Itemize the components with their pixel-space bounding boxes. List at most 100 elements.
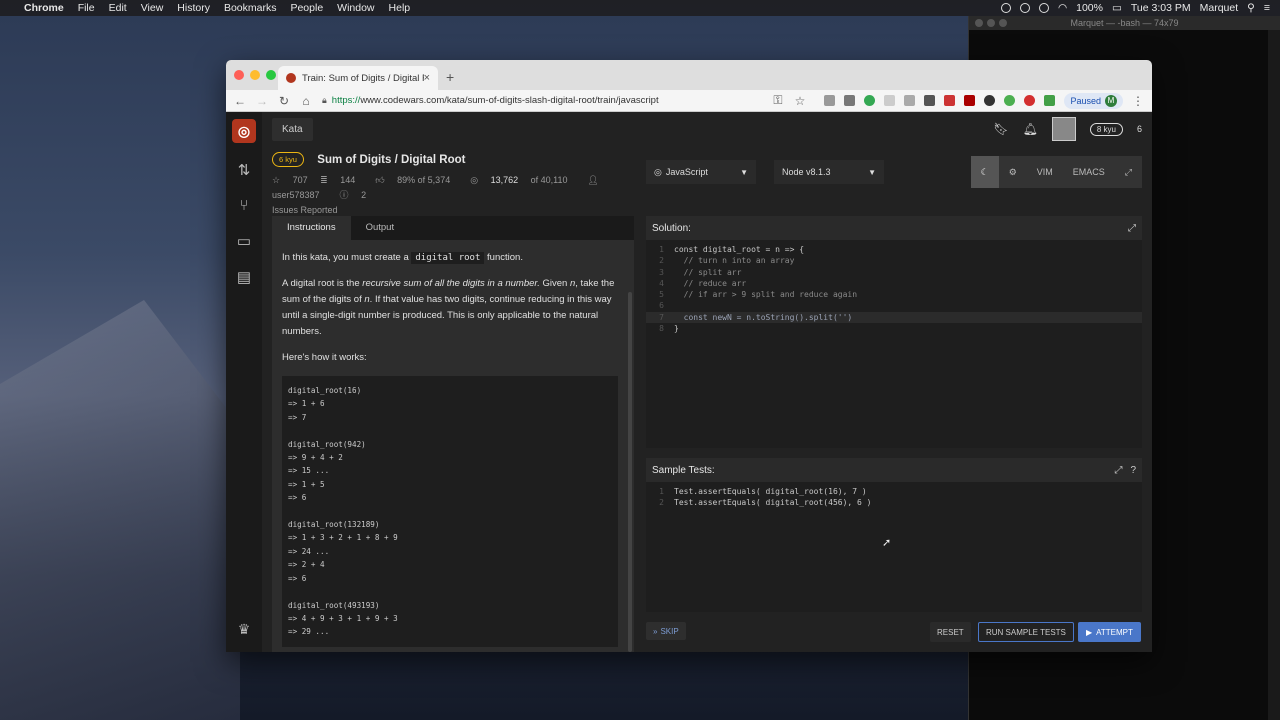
menu-file[interactable]: File — [78, 2, 95, 14]
fork-icon[interactable]: ⑂ — [234, 197, 254, 214]
user-icon: 👤︎ — [587, 175, 599, 186]
nav-kata-tab[interactable]: Kata — [272, 117, 313, 141]
expand-icon[interactable]: ⤢ — [1128, 223, 1136, 234]
menubar-tray: ◠ 100% ▭ Tue 3:03 PM Marquet ⚲ ≡ — [1000, 2, 1270, 14]
sample-tests-header: Sample Tests: ⤢? — [646, 458, 1142, 482]
skip-label: SKIP — [660, 626, 679, 636]
kata-title[interactable]: Sum of Digits / Digital Root — [317, 154, 465, 166]
profile-paused-chip[interactable]: Paused M — [1064, 92, 1123, 109]
expand-icon[interactable]: ⤢ — [1114, 465, 1122, 476]
emacs-mode-button[interactable]: EMACS — [1063, 156, 1115, 188]
menu-edit[interactable]: Edit — [109, 2, 127, 14]
terminal-scrollbar[interactable] — [1268, 30, 1280, 720]
minimize-button[interactable] — [987, 19, 995, 27]
bell-icon[interactable]: 🔔︎ — [1023, 122, 1038, 136]
trophy-icon[interactable]: ♛ — [238, 621, 251, 638]
bookmark-star-icon[interactable]: ☆ — [794, 94, 806, 108]
extension-icon[interactable] — [884, 95, 896, 106]
attempt-button[interactable]: ▶ ATTEMPT — [1078, 622, 1141, 642]
menu-view[interactable]: View — [141, 2, 164, 14]
fullscreen-icon[interactable]: ⤢ — [1115, 156, 1142, 188]
stars-stat[interactable]: ☆ 707 ≣ 144 — [272, 175, 365, 185]
extension-icon[interactable] — [984, 95, 996, 106]
status-icon[interactable] — [1038, 3, 1049, 13]
extension-icon[interactable] — [924, 95, 936, 106]
extension-icon[interactable] — [964, 95, 976, 106]
close-tab-icon[interactable]: × — [424, 72, 430, 84]
training-icon[interactable]: ⇅ — [234, 161, 254, 179]
user-rank-badge[interactable]: 8 kyu — [1089, 122, 1123, 136]
new-tab-button[interactable]: + — [446, 69, 454, 85]
codewars-logo-icon[interactable]: ◎ — [232, 119, 256, 143]
issues-stat[interactable]: ⓘ 2 — [340, 190, 377, 200]
settings-gear-icon[interactable]: ⚙ — [999, 156, 1027, 188]
window-traffic-lights — [234, 70, 276, 80]
help-icon[interactable]: ? — [1130, 465, 1136, 476]
minimize-button[interactable] — [250, 70, 260, 80]
stars-count: 707 — [292, 175, 308, 186]
dark-theme-moon-icon[interactable]: ☾ — [970, 156, 999, 188]
solution-editor[interactable]: 1 const digital_root = n => { 2 // turn n… — [646, 240, 1142, 448]
desktop-wallpaper — [0, 300, 240, 720]
notification-center-icon[interactable]: ≡ — [1264, 2, 1270, 14]
example-codeblock: digital_root(16) => 1 + 6 => 7 digital_r… — [282, 376, 618, 647]
code-line: 2 // turn n into an array — [646, 255, 1142, 266]
spotlight-icon[interactable]: ⚲ — [1247, 2, 1255, 14]
home-icon[interactable]: ⌂ — [300, 94, 312, 108]
status-icon[interactable] — [1019, 3, 1030, 13]
address-bar[interactable]: 🔒︎ https:// www.codewars.com/kata/sum-of… — [322, 92, 762, 110]
runtime-select[interactable]: Node v8.1.3 ▼ — [774, 160, 884, 184]
vim-mode-button[interactable]: VIM — [1027, 156, 1063, 188]
sample-tests-editor[interactable]: 1 Test.assertEquals( digital_root(16), 7 … — [646, 482, 1142, 612]
forward-icon[interactable]: → — [256, 94, 268, 108]
status-icon[interactable] — [1000, 3, 1011, 13]
menu-help[interactable]: Help — [389, 2, 411, 14]
reset-button[interactable]: RESET — [930, 622, 971, 642]
close-button[interactable] — [975, 19, 983, 27]
key-icon[interactable]: ⚿ — [772, 93, 784, 108]
instructions-scrollbar[interactable] — [628, 292, 632, 652]
extension-icon[interactable] — [1044, 95, 1056, 106]
menu-bookmarks[interactable]: Bookmarks — [224, 2, 277, 14]
code-text: } — [674, 324, 679, 334]
satisfaction-value: 89% of 5,374 — [397, 175, 451, 186]
run-sample-tests-button[interactable]: RUN SAMPLE TESTS — [978, 622, 1074, 642]
lock-icon[interactable]: 🔒︎ — [322, 95, 327, 106]
extension-icon[interactable] — [1024, 95, 1036, 106]
battery-percent[interactable]: 100% — [1076, 2, 1103, 14]
docs-icon[interactable]: ▤ — [234, 268, 254, 286]
battery-icon[interactable]: ▭ — [1112, 2, 1122, 14]
extension-icon[interactable] — [824, 95, 836, 106]
menu-app-name[interactable]: Chrome — [24, 2, 64, 14]
extension-icon[interactable] — [844, 95, 856, 106]
reload-icon[interactable]: ↻ — [278, 94, 290, 108]
back-icon[interactable]: ← — [234, 94, 246, 108]
zoom-button[interactable] — [266, 70, 276, 80]
wifi-icon[interactable]: ◠ — [1058, 2, 1067, 14]
extension-icon[interactable] — [1004, 95, 1016, 106]
avatar[interactable] — [1051, 117, 1076, 141]
chat-icon[interactable]: ▭ — [234, 232, 254, 250]
language-select[interactable]: ◎ JavaScript ▼ — [646, 160, 756, 184]
tab-instructions[interactable]: Instructions — [272, 216, 351, 240]
browser-tab[interactable]: Train: Sum of Digits / Digital Ro × — [278, 66, 438, 90]
zoom-button[interactable] — [999, 19, 1007, 27]
user-menu[interactable]: Marquet — [1200, 2, 1239, 14]
menu-window[interactable]: Window — [337, 2, 374, 14]
tab-output[interactable]: Output — [351, 216, 410, 240]
extension-icon[interactable] — [864, 95, 876, 106]
clock[interactable]: Tue 3:03 PM — [1131, 2, 1191, 14]
issues-label[interactable]: Issues Reported — [272, 205, 338, 215]
menu-history[interactable]: History — [177, 2, 210, 14]
skip-button[interactable]: » SKIP — [646, 622, 686, 640]
chrome-menu-icon[interactable]: ⋮ — [1132, 94, 1144, 108]
sample-tests-header-icons: ⤢? — [1114, 465, 1136, 476]
close-button[interactable] — [234, 70, 244, 80]
issues-icon: ⓘ — [339, 190, 349, 201]
bookmark-icon[interactable]: 🔖︎ — [993, 122, 1008, 136]
extension-icon[interactable] — [944, 95, 956, 106]
instructions-body: In this kata, you must create a digital … — [272, 240, 634, 652]
extension-icon[interactable] — [904, 95, 916, 106]
top-nav: Kata 🔖︎ 🔔︎ 8 kyu 6 — [262, 112, 1152, 146]
menu-people[interactable]: People — [290, 2, 323, 14]
